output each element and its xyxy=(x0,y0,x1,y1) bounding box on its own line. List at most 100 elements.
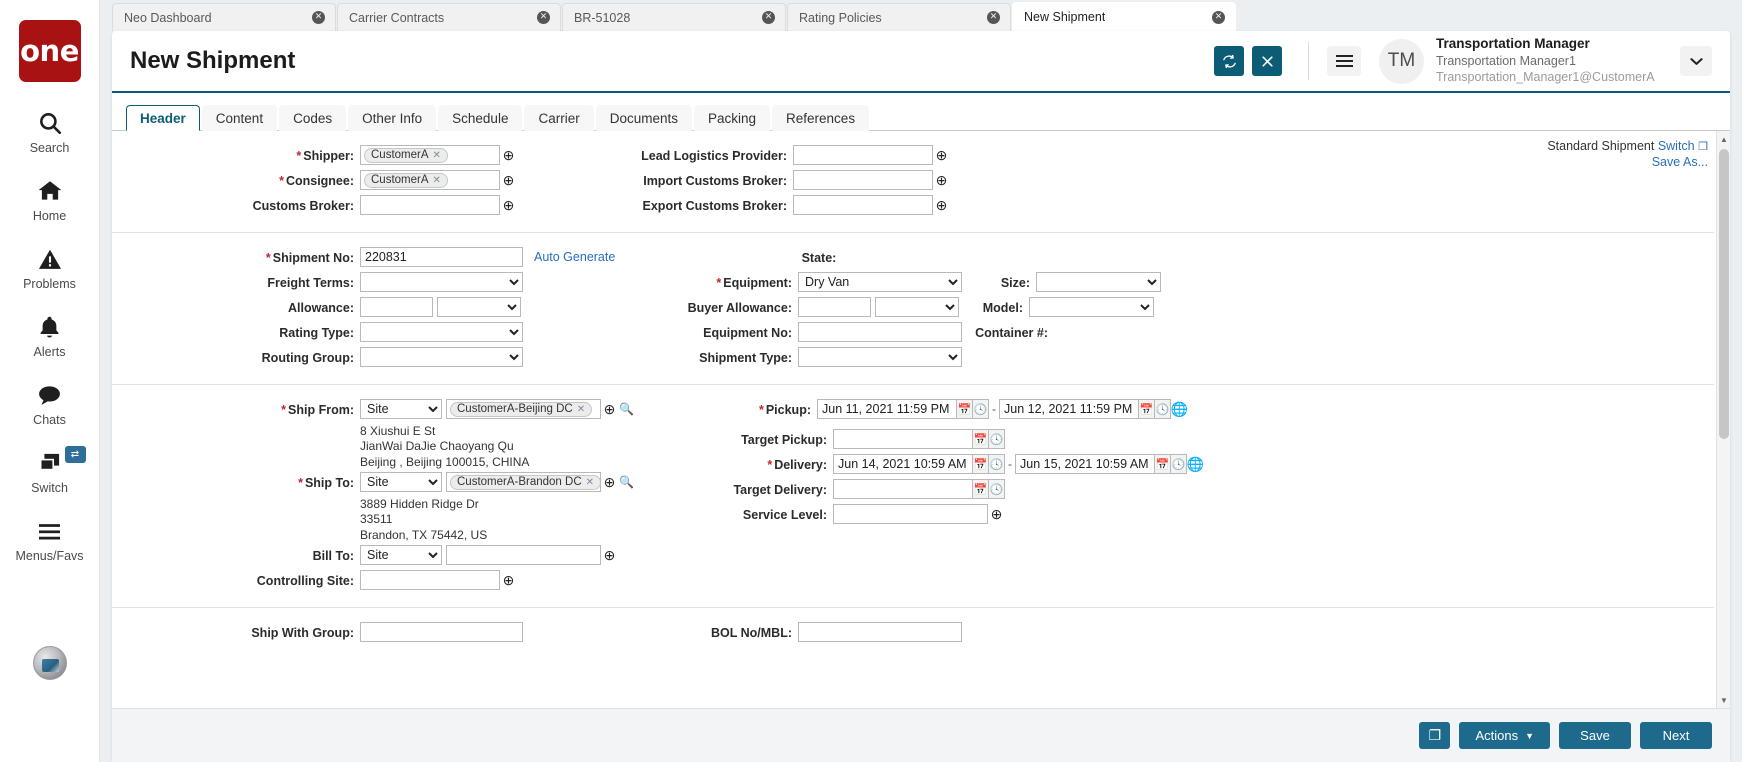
search-icon[interactable]: 🔍 xyxy=(618,472,635,492)
close-icon[interactable]: ✕ xyxy=(987,11,1000,24)
ship-from-chip[interactable]: CustomerA-Beijing DC ✕ xyxy=(450,402,592,417)
equipment-select[interactable]: Dry Van xyxy=(798,272,962,292)
sidebar-item-chats[interactable]: Chats xyxy=(0,380,100,427)
zoom-in-icon[interactable]: ⊕ xyxy=(601,399,618,419)
model-select[interactable] xyxy=(1029,297,1154,317)
ship-from-type-select[interactable]: Site xyxy=(360,399,442,419)
shipper-chip[interactable]: CustomerA ✕ xyxy=(364,148,448,163)
ship-to-type-select[interactable]: Site xyxy=(360,472,442,492)
bill-to-input[interactable] xyxy=(446,545,601,565)
actions-button[interactable]: Actions ▼ xyxy=(1459,722,1550,749)
avatar[interactable]: TM xyxy=(1379,39,1424,84)
zoom-in-icon[interactable]: ⊕ xyxy=(988,504,1005,524)
consignee-chip[interactable]: CustomerA ✕ xyxy=(364,173,448,188)
freight-terms-select[interactable] xyxy=(360,272,523,292)
globe-icon[interactable]: 🌐 xyxy=(1187,454,1204,474)
save-button[interactable]: Save xyxy=(1559,722,1631,749)
target-pickup-input[interactable] xyxy=(833,429,973,449)
switch-badge-icon[interactable]: ⇄ xyxy=(65,446,86,463)
bill-to-type-select[interactable]: Site xyxy=(360,545,442,565)
zoom-in-icon[interactable]: ⊕ xyxy=(601,545,618,565)
delivery-to-input[interactable] xyxy=(1015,454,1155,474)
browser-tab-br-51028[interactable]: BR-51028 ✕ xyxy=(562,3,786,31)
hamburger-icon[interactable] xyxy=(1327,46,1361,76)
calendar-icon[interactable]: 📅 xyxy=(973,479,989,499)
zoom-in-icon[interactable]: ⊕ xyxy=(933,195,950,215)
browser-tab-new-shipment[interactable]: New Shipment ✕ xyxy=(1012,2,1236,31)
buyer-allowance-unit-select[interactable] xyxy=(875,297,959,317)
tab-content[interactable]: Content xyxy=(202,105,277,131)
consignee-input[interactable]: CustomerA ✕ xyxy=(360,170,500,190)
zoom-in-icon[interactable]: ⊕ xyxy=(500,195,517,215)
routing-group-select[interactable] xyxy=(360,347,523,367)
browser-tab-rating-policies[interactable]: Rating Policies ✕ xyxy=(787,3,1011,31)
globe-icon[interactable]: 🌐 xyxy=(1171,399,1188,419)
zoom-in-icon[interactable]: ⊕ xyxy=(500,170,517,190)
buyer-allowance-input[interactable] xyxy=(798,297,871,317)
tab-schedule[interactable]: Schedule xyxy=(438,105,522,131)
close-icon[interactable] xyxy=(1252,46,1282,76)
lead-logistics-provider-input[interactable] xyxy=(793,145,933,165)
search-icon[interactable]: 🔍 xyxy=(618,399,635,419)
zoom-in-icon[interactable]: ⊕ xyxy=(933,170,950,190)
scroll-up-icon[interactable]: ▲ xyxy=(1717,131,1730,147)
shipment-type-select[interactable] xyxy=(798,347,962,367)
ship-from-input[interactable]: CustomerA-Beijing DC ✕ xyxy=(446,399,601,419)
tab-other-info[interactable]: Other Info xyxy=(348,105,436,131)
delivery-from-input[interactable] xyxy=(833,454,973,474)
rating-type-select[interactable] xyxy=(360,322,523,342)
clock-icon[interactable]: 🕓 xyxy=(989,454,1005,474)
calendar-icon[interactable]: 📅 xyxy=(1139,399,1155,419)
ship-to-input[interactable]: CustomerA-Brandon DC ✕ xyxy=(446,472,601,492)
sidebar-item-menus-favs[interactable]: Menus/Favs xyxy=(0,516,100,563)
allowance-input[interactable] xyxy=(360,297,433,317)
bol-no-input[interactable] xyxy=(798,622,962,642)
shipper-input[interactable]: CustomerA ✕ xyxy=(360,145,500,165)
ship-to-chip[interactable]: CustomerA-Brandon DC ✕ xyxy=(450,475,601,490)
size-select[interactable] xyxy=(1036,272,1161,292)
tab-carrier[interactable]: Carrier xyxy=(524,105,593,131)
close-icon[interactable]: ✕ xyxy=(577,404,585,415)
scrollbar-thumb[interactable] xyxy=(1719,149,1729,439)
pickup-to-input[interactable] xyxy=(999,399,1139,419)
next-button[interactable]: Next xyxy=(1640,722,1712,749)
allowance-unit-select[interactable] xyxy=(437,297,521,317)
shipment-no-input[interactable] xyxy=(360,247,523,267)
calendar-icon[interactable]: 📅 xyxy=(973,429,989,449)
ship-with-group-input[interactable] xyxy=(360,622,523,642)
refresh-icon[interactable] xyxy=(1214,46,1244,76)
tab-packing[interactable]: Packing xyxy=(694,105,770,131)
zoom-in-icon[interactable]: ⊕ xyxy=(601,472,618,492)
scroll-down-icon[interactable]: ▼ xyxy=(1717,692,1730,708)
target-delivery-input[interactable] xyxy=(833,479,973,499)
close-icon[interactable]: ✕ xyxy=(312,11,325,24)
zoom-in-icon[interactable]: ⊕ xyxy=(500,570,517,590)
zoom-in-icon[interactable]: ⊕ xyxy=(933,145,950,165)
close-icon[interactable]: ✕ xyxy=(1212,11,1225,24)
tab-header[interactable]: Header xyxy=(126,105,200,131)
chevron-down-icon[interactable] xyxy=(1680,46,1712,76)
browser-tab-neo-dashboard[interactable]: Neo Dashboard ✕ xyxy=(112,3,336,31)
tab-references[interactable]: References xyxy=(772,105,869,131)
calendar-icon[interactable]: 📅 xyxy=(1155,454,1171,474)
clock-icon[interactable]: 🕓 xyxy=(1171,454,1187,474)
close-icon[interactable]: ✕ xyxy=(433,150,441,161)
auto-generate-link[interactable]: Auto Generate xyxy=(534,247,615,264)
clock-icon[interactable]: 🕓 xyxy=(989,479,1005,499)
sidebar-item-home[interactable]: Home xyxy=(0,176,100,223)
close-icon[interactable]: ✕ xyxy=(433,175,441,186)
tab-codes[interactable]: Codes xyxy=(279,105,346,131)
sidebar-item-problems[interactable]: Problems xyxy=(0,244,100,291)
tab-documents[interactable]: Documents xyxy=(596,105,692,131)
sidebar-item-alerts[interactable]: Alerts xyxy=(0,312,100,359)
close-icon[interactable]: ✕ xyxy=(762,11,775,24)
pickup-from-input[interactable] xyxy=(817,399,957,419)
equipment-no-input[interactable] xyxy=(798,322,962,342)
avatar[interactable] xyxy=(33,646,67,680)
controlling-site-input[interactable] xyxy=(360,570,500,590)
clock-icon[interactable]: 🕓 xyxy=(989,429,1005,449)
service-level-input[interactable] xyxy=(833,504,988,524)
import-customs-broker-input[interactable] xyxy=(793,170,933,190)
calendar-icon[interactable]: 📅 xyxy=(957,399,973,419)
copy-icon[interactable]: ❐ xyxy=(1419,722,1450,749)
